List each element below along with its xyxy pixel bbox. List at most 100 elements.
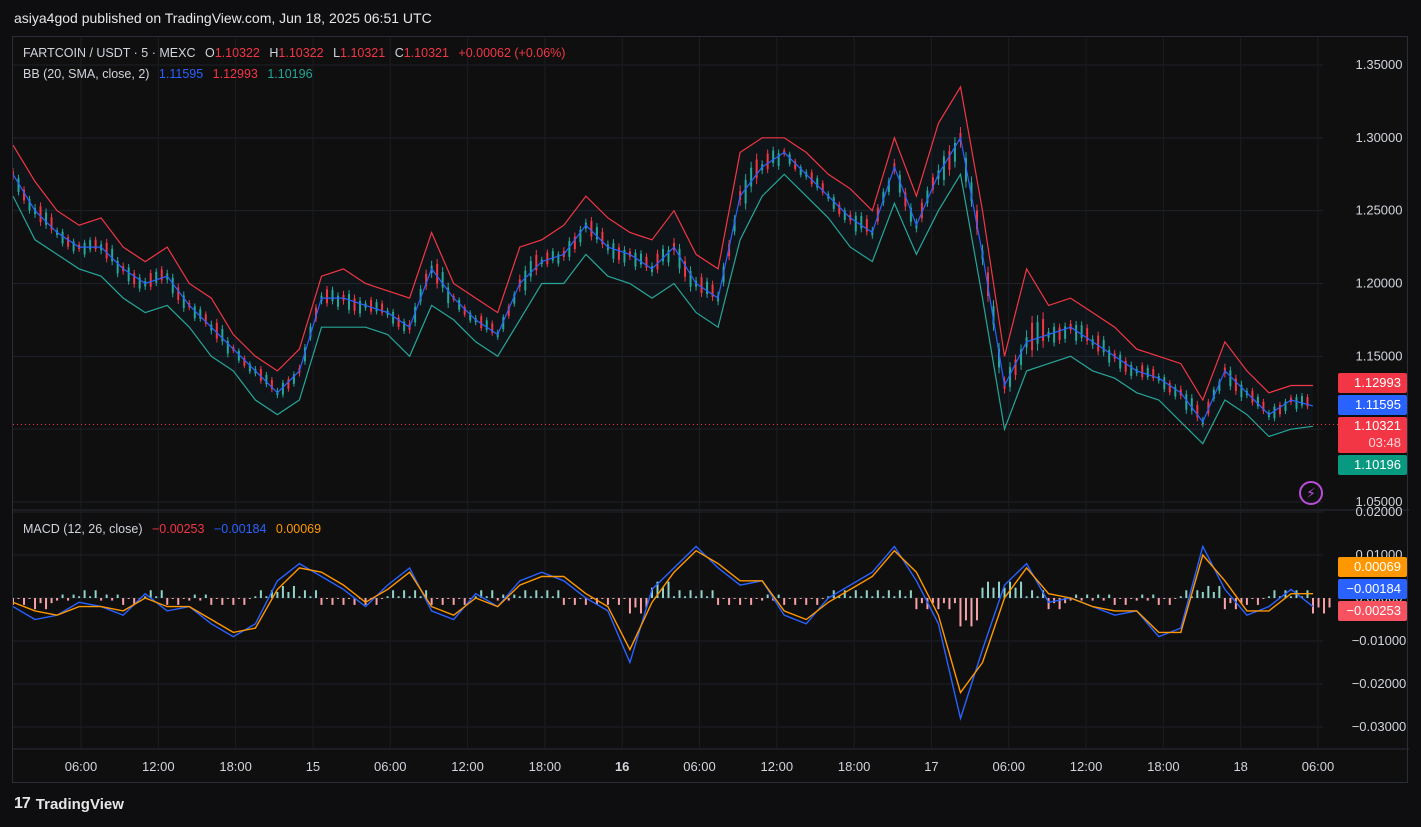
macd-histogram-bar [303,590,306,598]
candle-body [772,150,775,163]
macd-histogram-bar [496,598,499,601]
bb-mid-tag: 1.11595 [1338,395,1407,415]
macd-histogram-bar [535,590,538,598]
macd-histogram-bar [61,594,64,598]
macd-histogram-bar [204,594,207,598]
brand-name[interactable]: TradingView [36,796,124,813]
candle-body [133,273,136,285]
macd-histogram-bar [248,598,251,599]
candle-body [529,261,532,277]
macd-histogram-bar [706,596,709,598]
macd-histogram-bar [408,596,411,598]
macd-histogram-bar [1020,581,1023,598]
macd-histogram-bar [1328,598,1331,608]
macd-histogram-bar [849,596,852,598]
macd-histogram-bar [601,598,604,599]
macd-histogram-bar [276,591,279,598]
macd-histogram-bar [1124,598,1127,605]
last-price-value: 1.10321 [1354,418,1401,433]
macd-histogram-bar [1207,585,1210,598]
bb-upper-tag: 1.12993 [1338,373,1407,393]
macd-histogram-bar [513,594,516,598]
macd-histogram-bar [1097,594,1100,598]
lightning-icon[interactable]: ⚡ [1299,481,1323,505]
macd-histogram-bar [1119,598,1122,599]
macd-histogram-bar [1157,598,1160,605]
candle-body [127,267,130,282]
time-axis-label: 18:00 [529,759,562,774]
macd-histogram-bar [452,598,455,605]
macd-histogram-bar [766,594,769,598]
macd-label[interactable]: MACD (12, 26, close) [23,522,142,536]
macd-histogram-bar [987,581,989,598]
macd-histogram-bar [243,598,246,605]
candle-body [590,220,593,237]
macd-histogram-bar [628,598,631,614]
macd-signal-value: 0.00069 [275,522,322,536]
macd-histogram-bar [441,598,444,605]
bb-lower-value: 1.10196 [267,67,313,81]
macd-histogram-bar [309,596,312,598]
macd-histogram-bar [524,590,527,598]
macd-histogram-bar [430,598,433,605]
macd-histogram-bar [887,590,890,598]
tradingview-logo-icon[interactable]: 17 [14,795,31,813]
price-axis-label: 1.15000 [1356,348,1403,363]
candle-body [700,277,703,294]
macd-histogram-bar [1025,596,1028,598]
symbol-label[interactable]: FARTCOIN / USDT · 5 · MEXC [23,46,195,60]
macd-histogram-bar [529,596,532,598]
candle-body [612,243,615,259]
macd-histogram-bar [177,598,180,605]
macd-histogram-bar [557,590,560,598]
candle-body [1146,367,1149,377]
time-axis-label: 06:00 [992,759,1025,774]
candle-body [1080,325,1083,338]
candle-body [546,252,549,265]
macd-histogram-bar [1146,598,1149,601]
macd-histogram-bar [739,598,742,605]
macd-histogram-bar [744,598,747,599]
change-value: +0.00062 (+0.06%) [458,46,566,60]
time-axis-label: 12:00 [142,759,175,774]
macd-histogram-bar [612,598,615,599]
macd-histogram-bar [292,585,295,598]
chart-canvas[interactable]: 1.350001.300001.250001.200001.150001.100… [13,37,1409,784]
open-value: 1.10322 [214,46,260,60]
macd-histogram-bar [155,596,158,598]
macd-histogram-bar [436,598,439,599]
candle-body [215,322,218,339]
macd-histogram-bar [403,590,406,598]
macd-histogram-bar [89,596,92,598]
macd-line [13,544,1314,722]
close-label: C [394,46,404,60]
macd-histogram-bar [254,596,257,598]
candle-body [568,241,571,257]
chart-frame[interactable]: 1.350001.300001.250001.200001.150001.100… [12,36,1409,784]
macd-histogram-bar [1267,596,1270,598]
macd-histogram-bar [375,598,378,605]
macd-histogram-bar [667,581,670,598]
candle-body [854,215,857,232]
macd-histogram-bar [788,598,791,599]
macd-histogram-bar [215,598,218,599]
candle-body [1141,365,1144,378]
macd-histogram-bar [579,598,582,599]
bb-label[interactable]: BB (20, SMA, close, 2) [23,67,149,81]
price-axis-label: 1.30000 [1356,130,1403,145]
time-axis-label: 12:00 [1070,759,1103,774]
candle-body [370,299,373,312]
macd-histogram-bar [94,590,97,598]
macd-histogram-bar [1196,590,1199,598]
bb-upper-value: 1.12993 [212,67,258,81]
candle-body [105,242,108,259]
macd-histogram-bar [105,594,108,598]
macd-histogram-bar [854,590,857,598]
macd-histogram-bar [221,598,224,605]
candle-body [706,281,709,295]
macd-histogram-bar [116,594,119,598]
macd-histogram-bar [1223,598,1226,610]
candle-body [392,311,395,324]
candle-body [766,153,769,170]
macd-histogram-bar [992,587,995,598]
